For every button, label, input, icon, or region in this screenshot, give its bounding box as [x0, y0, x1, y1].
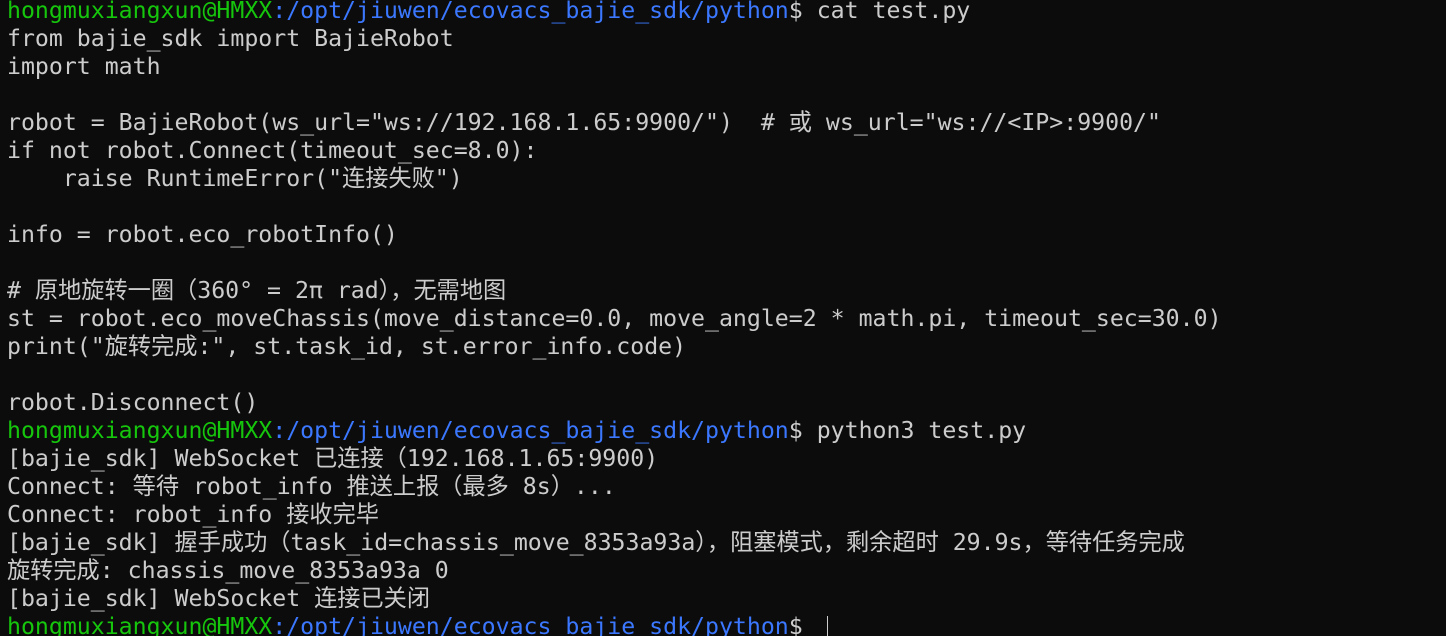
line-text: from bajie_sdk import BajieRobot	[7, 25, 454, 52]
line-text: info = robot.eco_robotInfo()	[7, 221, 398, 248]
prompt-user-host: hongmuxiangxun@HMXX	[7, 0, 273, 24]
line-text: if not robot.Connect(timeout_sec=8.0):	[7, 137, 538, 164]
line-text: Connect: robot_info 接收完毕	[7, 501, 379, 528]
output-line: Connect: robot_info 接收完毕	[7, 501, 1432, 529]
output-line: print("旋转完成:", st.task_id, st.error_info…	[7, 333, 1432, 361]
output-line: from bajie_sdk import BajieRobot	[7, 25, 1432, 53]
line-text: st = robot.eco_moveChassis(move_distance…	[7, 305, 1222, 332]
prompt-line: hongmuxiangxun@HMXX:/opt/jiuwen/ecovacs_…	[7, 417, 1432, 445]
output-line: Connect: 等待 robot_info 推送上报（最多 8s）...	[7, 473, 1432, 501]
command-text: cat test.py	[802, 0, 971, 24]
prompt-line: hongmuxiangxun@HMXX:/opt/jiuwen/ecovacs_…	[7, 613, 1432, 636]
output-line: import math	[7, 53, 1432, 81]
command-text: python3 test.py	[802, 417, 1027, 444]
prompt-symbol: $	[788, 613, 803, 636]
line-text: [bajie_sdk] WebSocket 已连接（192.168.1.65:9…	[7, 445, 659, 472]
prompt-user-host: hongmuxiangxun@HMXX	[7, 417, 273, 444]
line-text: [bajie_sdk] WebSocket 连接已关闭	[7, 585, 431, 612]
output-line: if not robot.Connect(timeout_sec=8.0):	[7, 137, 1432, 165]
prompt-symbol: $	[788, 0, 803, 24]
output-line: 旋转完成: chassis_move_8353a93a 0	[7, 557, 1432, 585]
command-text	[803, 613, 817, 636]
prompt-line: hongmuxiangxun@HMXX:/opt/jiuwen/ecovacs_…	[7, 0, 1432, 25]
line-text: Connect: 等待 robot_info 推送上报（最多 8s）...	[7, 473, 616, 500]
line-text: raise RuntimeError("连接失败")	[7, 165, 463, 192]
line-text: print("旋转完成:", st.task_id, st.error_info…	[7, 333, 687, 360]
output-line: robot.Disconnect()	[7, 389, 1432, 417]
prompt-path: :/opt/jiuwen/ecovacs_bajie_sdk/python	[272, 417, 789, 444]
line-text: robot = BajieRobot(ws_url="ws://192.168.…	[7, 109, 1161, 136]
output-line: st = robot.eco_moveChassis(move_distance…	[7, 305, 1432, 333]
terminal-window[interactable]: hongmuxiangxun@HMXX:/opt/jiuwen/ecovacs_…	[0, 0, 1446, 636]
output-line: robot = BajieRobot(ws_url="ws://192.168.…	[7, 109, 1432, 137]
output-line: info = robot.eco_robotInfo()	[7, 221, 1432, 249]
output-line: raise RuntimeError("连接失败")	[7, 165, 1432, 193]
prompt-path: :/opt/jiuwen/ecovacs_bajie_sdk/python	[272, 0, 789, 24]
output-line: [bajie_sdk] 握手成功（task_id=chassis_move_83…	[7, 529, 1432, 557]
line-text: 旋转完成: chassis_move_8353a93a 0	[7, 557, 449, 584]
line-text: import math	[7, 53, 161, 80]
line-text: robot.Disconnect()	[7, 389, 259, 416]
scrollbar-track	[1434, 0, 1446, 636]
output-line: # 原地旋转一圈（360° = 2π rad），无需地图	[7, 277, 1432, 305]
line-text: # 原地旋转一圈（360° = 2π rad），无需地图	[7, 277, 507, 304]
output-line: [bajie_sdk] WebSocket 已连接（192.168.1.65:9…	[7, 445, 1432, 473]
output-line: [bajie_sdk] WebSocket 连接已关闭	[7, 585, 1432, 613]
scrollbar[interactable]	[1434, 0, 1446, 636]
terminal-output: hongmuxiangxun@HMXX:/opt/jiuwen/ecovacs_…	[7, 0, 1432, 636]
prompt-user-host: hongmuxiangxun@HMXX	[7, 613, 273, 636]
text-cursor[interactable]	[826, 616, 829, 636]
prompt-path: :/opt/jiuwen/ecovacs_bajie_sdk/python	[272, 613, 789, 636]
line-text: [bajie_sdk] 握手成功（task_id=chassis_move_83…	[7, 529, 1185, 556]
prompt-symbol: $	[788, 417, 803, 444]
